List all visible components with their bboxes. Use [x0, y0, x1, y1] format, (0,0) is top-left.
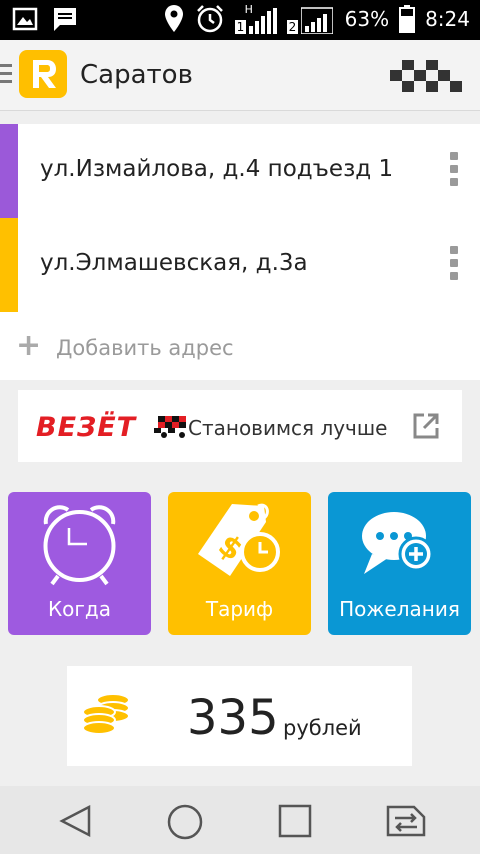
- back-icon[interactable]: [58, 803, 94, 839]
- tariff-tile[interactable]: $ Тариф: [168, 492, 311, 635]
- wishes-tile[interactable]: Пожелания: [328, 492, 471, 635]
- alarm-clock-icon: [43, 505, 116, 586]
- plus-icon: +: [16, 328, 42, 363]
- battery-icon: [399, 5, 416, 33]
- app-toolbar: Саратов: [0, 40, 480, 111]
- system-nav-bar: [0, 786, 480, 854]
- battery-percent: 63%: [344, 7, 390, 31]
- wishes-label: Пожелания: [339, 597, 460, 621]
- city-title[interactable]: Саратов: [80, 60, 193, 90]
- logo-r-icon: [33, 60, 56, 88]
- address-row-from[interactable]: ул.Измайлова, д.4 подъезд 1: [0, 124, 480, 218]
- sim1-number: 1: [234, 20, 247, 34]
- alarm-icon: [196, 5, 223, 33]
- signal-icon: [300, 7, 333, 34]
- coins-icon: [82, 693, 130, 735]
- image-icon: [12, 7, 38, 31]
- price-card[interactable]: 335 рублей: [67, 666, 412, 766]
- add-address-button[interactable]: + Добавить адрес: [0, 312, 480, 380]
- sim1-signal: 1 H: [234, 4, 277, 34]
- recents-icon[interactable]: [277, 803, 313, 839]
- signal-icon: [248, 8, 277, 34]
- app-logo[interactable]: [19, 50, 67, 98]
- message-icon: [54, 8, 76, 31]
- more-vert-icon[interactable]: [450, 246, 458, 286]
- menu-icon[interactable]: [0, 64, 12, 86]
- sim2-signal: 2: [286, 4, 335, 34]
- location-icon: [164, 5, 183, 32]
- when-label: Когда: [47, 597, 112, 621]
- when-tile[interactable]: Когда: [8, 492, 151, 635]
- banner-text: Становимся лучше: [188, 416, 388, 440]
- address-text: ул.Элмашевская, д.3а: [40, 250, 308, 276]
- address-stripe: [0, 218, 18, 312]
- status-bar: 1 H 2 63% 8:24: [0, 0, 480, 40]
- address-stripe: [0, 124, 18, 218]
- promo-banner[interactable]: ВЕЗЁТ Становимся лучше: [18, 390, 462, 462]
- sim-switch-icon[interactable]: [380, 803, 428, 839]
- address-row-to[interactable]: ул.Элмашевская, д.3а: [0, 218, 480, 312]
- sim2-number: 2: [286, 20, 299, 34]
- chat-add-icon: [362, 512, 434, 574]
- price-currency: рублей: [283, 716, 362, 740]
- open-external-icon[interactable]: [412, 412, 440, 440]
- add-address-label: Добавить адрес: [56, 336, 234, 360]
- tariff-label: Тариф: [205, 597, 274, 621]
- taxi-checker-icon: [390, 60, 462, 92]
- price-tag-icon: $: [198, 503, 280, 576]
- price-value: 335: [187, 690, 279, 746]
- clock: 8:24: [425, 7, 470, 31]
- brand-logo: ВЕЗЁТ: [36, 412, 137, 443]
- address-text: ул.Измайлова, д.4 подъезд 1: [40, 156, 394, 182]
- more-vert-icon[interactable]: [450, 152, 458, 192]
- home-icon[interactable]: [166, 803, 204, 841]
